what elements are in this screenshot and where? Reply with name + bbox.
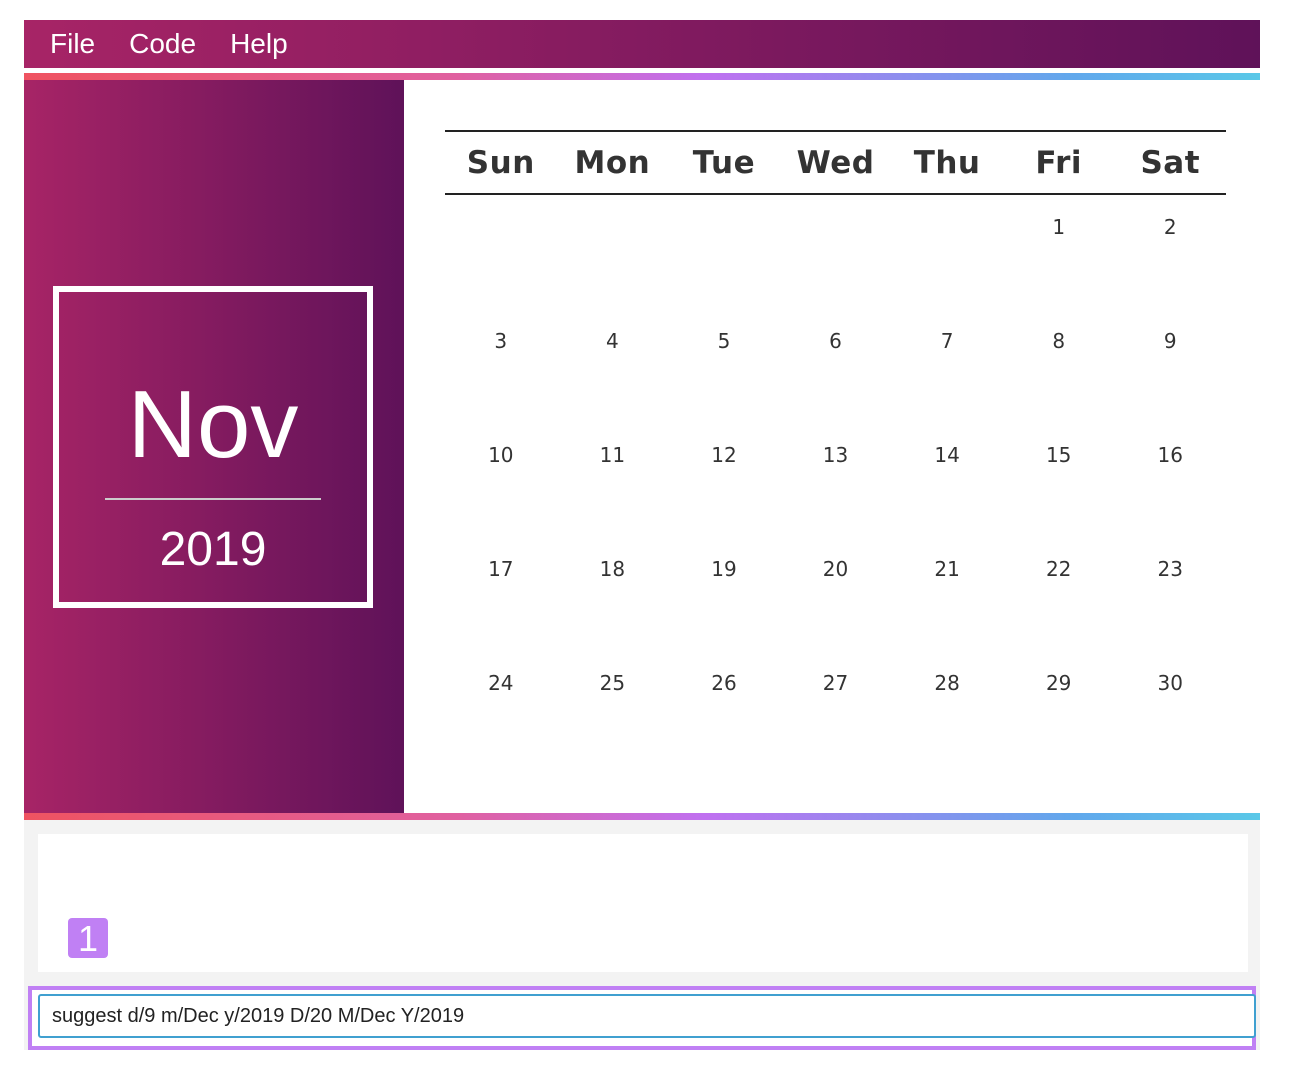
calendar-day[interactable]: 29 bbox=[1003, 651, 1115, 765]
result-display: 1 bbox=[38, 834, 1248, 972]
year-label: 2019 bbox=[159, 523, 267, 576]
command-input[interactable] bbox=[38, 994, 1256, 1038]
calendar-day[interactable]: 24 bbox=[445, 651, 557, 765]
calendar-day[interactable]: 18 bbox=[557, 537, 669, 651]
weekday-sat: Sat bbox=[1140, 144, 1201, 181]
month-panel: Nov 2019 bbox=[24, 80, 404, 813]
calendar-day[interactable]: 5 bbox=[668, 309, 780, 423]
calendar-day[interactable]: 1 bbox=[1003, 195, 1115, 309]
calendar-day[interactable]: 9 bbox=[1114, 309, 1226, 423]
calendar-day[interactable]: 17 bbox=[445, 537, 557, 651]
calendar-day[interactable]: 30 bbox=[1114, 651, 1226, 765]
calendar-day[interactable]: 28 bbox=[891, 651, 1003, 765]
weekday-wed: Wed bbox=[796, 144, 875, 181]
calendar-day[interactable]: 22 bbox=[1003, 537, 1115, 651]
calendar-day[interactable]: 19 bbox=[668, 537, 780, 651]
calendar-day[interactable]: 3 bbox=[445, 309, 557, 423]
calendar-day[interactable]: 2 bbox=[1114, 195, 1226, 309]
calendar-day[interactable]: 10 bbox=[445, 423, 557, 537]
calendar-day[interactable]: 20 bbox=[780, 537, 892, 651]
weekday-thu: Thu bbox=[913, 144, 981, 181]
month-divider bbox=[105, 498, 321, 500]
month-card: Nov 2019 bbox=[53, 286, 373, 608]
calendar-day bbox=[891, 195, 1003, 309]
calendar-day[interactable]: 23 bbox=[1114, 537, 1226, 651]
command-box bbox=[28, 986, 1256, 1050]
bottom-panel: 1 bbox=[24, 820, 1260, 1050]
calendar-day[interactable]: 12 bbox=[668, 423, 780, 537]
calendar-week: 24 25 26 27 28 29 30 bbox=[445, 651, 1226, 765]
calendar-day[interactable]: 27 bbox=[780, 651, 892, 765]
month-label: Nov bbox=[127, 371, 299, 478]
calendar-day[interactable]: 11 bbox=[557, 423, 669, 537]
menu-code[interactable]: Code bbox=[129, 28, 196, 60]
calendar-day[interactable]: 7 bbox=[891, 309, 1003, 423]
calendar-week: 3456789 bbox=[445, 309, 1226, 423]
weekday-sun: Sun bbox=[466, 144, 535, 181]
calendar-day[interactable]: 25 bbox=[557, 651, 669, 765]
calendar-day bbox=[780, 195, 892, 309]
calendar-day[interactable]: 21 bbox=[891, 537, 1003, 651]
calendar-day[interactable]: 16 bbox=[1114, 423, 1226, 537]
weekday-mon: Mon bbox=[574, 144, 651, 181]
calendar-day[interactable]: 6 bbox=[780, 309, 892, 423]
calendar-day[interactable]: 4 bbox=[557, 309, 669, 423]
calendar-day[interactable]: 13 bbox=[780, 423, 892, 537]
calendar-day bbox=[445, 195, 557, 309]
calendar-day[interactable]: 15 bbox=[1003, 423, 1115, 537]
weekday-header: Sun Mon Tue Wed Thu Fri Sat bbox=[445, 130, 1226, 195]
top-accent-stripe bbox=[24, 73, 1260, 80]
bottom-accent-stripe bbox=[24, 813, 1260, 820]
menu-file[interactable]: File bbox=[50, 28, 95, 60]
calendar-day[interactable]: 14 bbox=[891, 423, 1003, 537]
menu-bar: File Code Help bbox=[24, 20, 1260, 68]
calendar-grid: Sun Mon Tue Wed Thu Fri Sat 1 2 3 4 5 6 7 8 9 10 11 12 13 1… bbox=[445, 130, 1226, 765]
weekday-fri: Fri bbox=[1035, 144, 1082, 181]
calendar-day[interactable]: 8 bbox=[1003, 309, 1115, 423]
calendar-day bbox=[557, 195, 669, 309]
calendar-day[interactable]: 26 bbox=[668, 651, 780, 765]
weekday-tue: Tue bbox=[692, 144, 756, 181]
result-badge: 1 bbox=[68, 918, 108, 959]
calendar-week: 12 bbox=[445, 195, 1226, 309]
menu-help[interactable]: Help bbox=[230, 28, 288, 60]
calendar-week: 10 11 12 13 14 15 16 bbox=[445, 423, 1226, 537]
calendar-day bbox=[668, 195, 780, 309]
calendar-week: 17 18 19 20 21 22 23 bbox=[445, 537, 1226, 651]
